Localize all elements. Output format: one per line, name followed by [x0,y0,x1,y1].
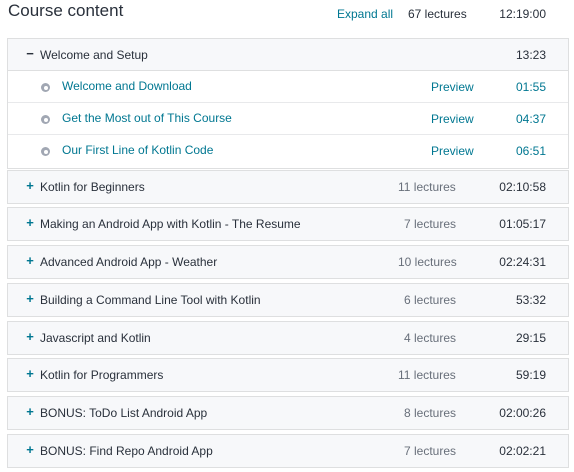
lecture-title[interactable]: Get the Most out of This Course [62,111,232,125]
section-title: Kotlin for Beginners [40,180,145,194]
section-header[interactable]: + Making an Android App with Kotlin - Th… [8,208,568,240]
section-header[interactable]: + Kotlin for Beginners 11 lectures 02:10… [8,171,568,203]
play-circle-icon [41,83,50,92]
section-lecture-count: 7 lectures [404,217,457,231]
section-header[interactable]: + Javascript and Kotlin 4 lectures 29:15 [8,322,568,354]
expand-all-link[interactable]: Expand all [337,7,393,21]
section-welcome-and-setup: − Welcome and Setup 13:23 Welcome and Do… [7,38,569,169]
section-title: BONUS: Find Repo Android App [40,444,213,458]
lecture-duration: 01:55 [515,80,546,94]
section-kotlin-for-programmers[interactable]: + Kotlin for Programmers 11 lectures 59:… [7,358,569,392]
section-title: Advanced Android App - Weather [40,255,218,269]
section-lecture-count: 8 lectures [404,406,457,420]
page-title: Course content [8,1,124,20]
play-circle-icon [41,147,50,156]
play-circle-icon [41,115,50,124]
section-bonus-find-repo[interactable]: + BONUS: Find Repo Android App 7 lecture… [7,434,569,468]
preview-link[interactable]: Preview [431,112,474,126]
section-header[interactable]: + BONUS: Find Repo Android App 7 lecture… [8,435,568,467]
section-duration: 02:24:31 [499,255,546,269]
section-duration: 02:00:26 [499,406,546,420]
section-header[interactable]: + Advanced Android App - Weather 10 lect… [8,246,568,278]
lecture-duration: 06:51 [515,144,546,158]
section-title: Javascript and Kotlin [40,331,151,345]
section-bonus-todo-list[interactable]: + BONUS: ToDo List Android App 8 lecture… [7,396,569,430]
lecture-duration: 04:37 [515,112,546,126]
lecture-title[interactable]: Welcome and Download [62,79,192,93]
expand-plus-icon[interactable]: + [24,330,36,344]
section-lecture-count: 10 lectures [398,255,457,269]
section-duration: 01:05:17 [499,217,546,231]
section-making-android-app[interactable]: + Making an Android App with Kotlin - Th… [7,207,569,241]
total-lectures-count: 67 lectures [408,7,467,21]
section-advanced-android-app[interactable]: + Advanced Android App - Weather 10 lect… [7,245,569,279]
section-duration: 02:10:58 [499,180,546,194]
section-duration: 02:02:21 [499,444,546,458]
section-title: Making an Android App with Kotlin - The … [40,217,301,231]
section-duration: 59:19 [515,368,546,382]
section-title: BONUS: ToDo List Android App [40,406,208,420]
section-lecture-count: 11 lectures [398,368,456,382]
collapse-icon[interactable]: − [24,47,36,61]
section-header[interactable]: + Kotlin for Programmers 11 lectures 59:… [8,359,568,391]
total-duration: 12:19:00 [499,7,546,21]
section-lecture-count: 4 lectures [404,331,457,345]
expand-plus-icon[interactable]: + [24,292,36,306]
expand-plus-icon[interactable]: + [24,216,36,230]
section-javascript-and-kotlin[interactable]: + Javascript and Kotlin 4 lectures 29:15 [7,321,569,355]
section-header[interactable]: + Building a Command Line Tool with Kotl… [8,284,568,316]
section-duration: 29:15 [515,331,546,345]
preview-link[interactable]: Preview [431,80,474,94]
section-duration: 53:32 [515,293,546,307]
section-title: Kotlin for Programmers [40,368,164,382]
section-header[interactable]: − Welcome and Setup 13:23 [8,39,568,71]
section-lecture-count: 11 lectures [398,180,456,194]
lecture-row: Our First Line of Kotlin Code Preview 06… [8,135,568,167]
expand-plus-icon[interactable]: + [24,254,36,268]
section-title: Welcome and Setup [40,48,148,62]
course-content-header: Course content Expand all 67 lectures 12… [0,0,574,36]
expand-plus-icon[interactable]: + [24,367,36,381]
section-duration: 13:23 [515,48,546,62]
section-lecture-count: 6 lectures [404,293,457,307]
expand-plus-icon[interactable]: + [24,443,36,457]
preview-link[interactable]: Preview [431,144,474,158]
section-title: Building a Command Line Tool with Kotlin [40,293,261,307]
lecture-row: Get the Most out of This Course Preview … [8,103,568,135]
expand-plus-icon[interactable]: + [24,179,36,193]
section-header[interactable]: + BONUS: ToDo List Android App 8 lecture… [8,397,568,429]
section-command-line-tool[interactable]: + Building a Command Line Tool with Kotl… [7,283,569,317]
section-lecture-count: 7 lectures [404,444,457,458]
section-kotlin-for-beginners[interactable]: + Kotlin for Beginners 11 lectures 02:10… [7,170,569,204]
lecture-title[interactable]: Our First Line of Kotlin Code [62,143,213,157]
expand-plus-icon[interactable]: + [24,405,36,419]
lecture-row: Welcome and Download Preview 01:55 [8,71,568,103]
